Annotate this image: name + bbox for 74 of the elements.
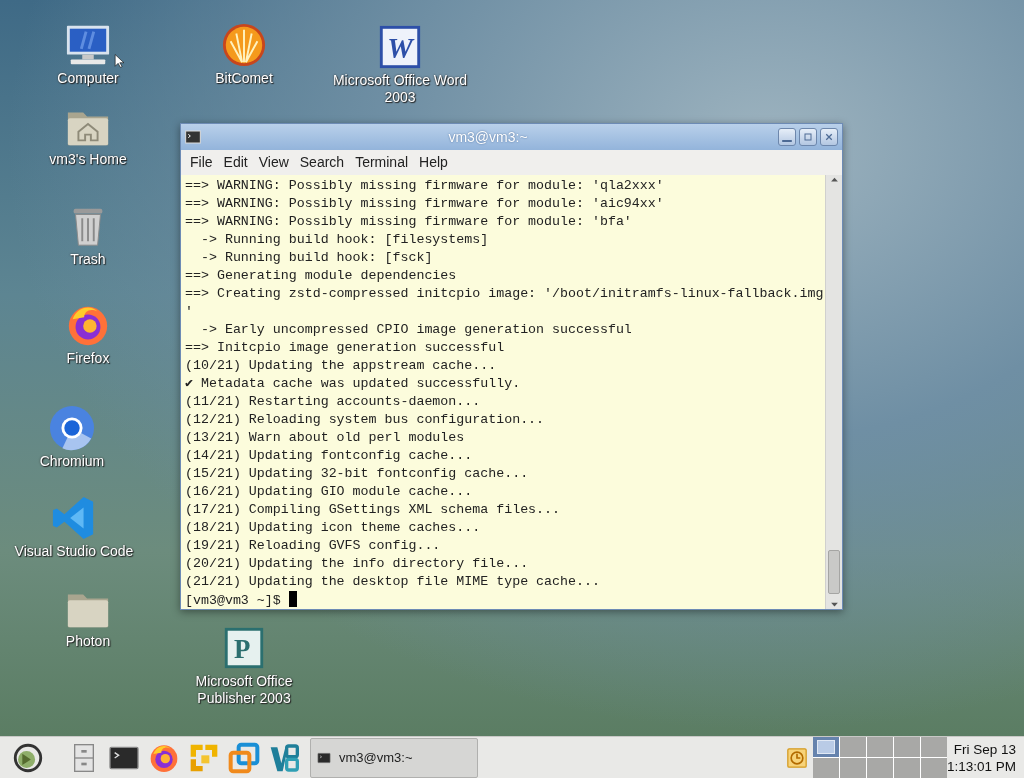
- text-cursor: [288, 591, 297, 607]
- menu-item[interactable]: Help: [414, 152, 454, 173]
- menu-item[interactable]: Edit: [218, 152, 254, 173]
- scroll-thumb[interactable]: [828, 550, 840, 594]
- terminal-icon: [185, 129, 201, 145]
- workspace-button[interactable]: [893, 758, 920, 778]
- close-icon: [823, 131, 835, 143]
- terminal-line: (21/21) Updating the desktop file MIME type cache...: [185, 573, 601, 591]
- menu-item[interactable]: Terminal: [350, 152, 415, 173]
- terminal-line: (14/21) Updating fontconfig cache...: [185, 447, 474, 465]
- terminal-line: (15/21) Updating 32-bit fontconfig cache...: [185, 465, 530, 483]
- terminal-line: -> Early uncompressed CPIO image generation successful: [199, 321, 633, 339]
- terminal-line: -> Running build hook: [filesystems]: [199, 231, 490, 249]
- workspace-button[interactable]: [866, 758, 893, 778]
- desktop-icon-label[interactable]: Chromium: [39, 453, 105, 470]
- terminal-line: (13/21) Warn about old perl modules: [185, 429, 466, 447]
- terminal-line: ==> WARNING: Possibly missing firmware for module: 'qla2xxx': [185, 177, 665, 195]
- taskbar-window-button[interactable]: vm3@vm3:~: [310, 737, 478, 778]
- workspace-button[interactable]: [839, 737, 866, 757]
- terminal-line: (20/21) Updating the info directory file...: [185, 555, 530, 573]
- desktop-icon-label[interactable]: Computer: [57, 70, 119, 87]
- terminal-icon: [317, 750, 331, 765]
- terminal-line: (11/21) Restarting accounts-daemon...: [185, 393, 482, 411]
- window-title: vm3@vm3:~: [447, 127, 529, 147]
- terminal-line: ✔ Metadata cache was updated successfully.: [185, 375, 522, 393]
- terminal-line: (19/21) Reloading GVFS config...: [185, 537, 442, 555]
- chromium-icon[interactable]: [49, 405, 95, 451]
- terminal-line: -> Running build hook: [fsck]: [199, 249, 434, 267]
- minimize-button[interactable]: [778, 128, 796, 146]
- terminal-line: (18/21) Updating icon theme caches...: [185, 519, 482, 537]
- maximize-icon: [802, 131, 814, 143]
- menu-item[interactable]: View: [253, 152, 295, 173]
- comet-icon[interactable]: [221, 22, 267, 68]
- desktop-icon-label[interactable]: BitComet: [215, 70, 273, 87]
- workspace-button[interactable]: [812, 737, 839, 757]
- desktop-icon-label[interactable]: Visual Studio Code: [14, 543, 134, 560]
- workspace-button[interactable]: [812, 758, 839, 778]
- clock-icon[interactable]: [786, 747, 807, 768]
- terminal-line: ': [185, 303, 194, 321]
- document-w-icon[interactable]: W: [377, 24, 423, 70]
- terminal-prompt: [vm3@vm3 ~]$: [185, 593, 281, 608]
- terminal-line: (12/21) Reloading system bus configuration...: [185, 411, 546, 429]
- clock-date: Fri Sep 13: [952, 740, 1016, 758]
- terminal-line: ==> Initcpio image generation successful: [185, 339, 506, 357]
- scroll-down-icon[interactable]: [829, 600, 839, 609]
- terminal-line: ==> Generating module dependencies: [185, 267, 458, 285]
- terminal-line: ==> Creating zstd-compressed initcpio image: '/boot/initramfs-linux-fallback.img: [185, 285, 825, 303]
- terminal-line: (10/21) Updating the appstream cache...: [185, 357, 498, 375]
- menu-item[interactable]: Search: [294, 152, 351, 173]
- scroll-up-icon[interactable]: [829, 175, 839, 184]
- minimize-icon: [782, 140, 792, 142]
- terminal-line: ==> WARNING: Possibly missing firmware for module: 'aic94xx': [185, 195, 665, 213]
- menu-item[interactable]: File: [185, 152, 219, 173]
- workspace-button[interactable]: [920, 737, 947, 757]
- workspace-button[interactable]: [920, 758, 947, 778]
- clock-time: 1:13:01 PM: [946, 757, 1016, 775]
- desktop-icon-label[interactable]: Trash: [70, 251, 106, 268]
- window-thumbnail: [816, 740, 835, 754]
- workspace-button[interactable]: [839, 758, 866, 778]
- desktop-icon-label[interactable]: Firefox: [66, 350, 110, 367]
- squares-icon: [268, 741, 300, 774]
- scrollbar[interactable]: [825, 175, 842, 609]
- terminal-line: (16/21) Updating GIO module cache...: [185, 483, 474, 501]
- terminal-line: (17/21) Compiling GSettings XML schema files...: [185, 501, 562, 519]
- desktop-icon-label[interactable]: vm3's Home: [49, 151, 127, 168]
- workspace-button[interactable]: [893, 737, 920, 757]
- squares-icon: [228, 741, 260, 774]
- desktop-icon-label[interactable]: Photon: [65, 633, 111, 650]
- workspace-button[interactable]: [866, 737, 893, 757]
- maximize-button[interactable]: [799, 128, 817, 146]
- desktop-icon-label[interactable]: Microsoft Office Word 2003: [325, 72, 475, 106]
- terminal-line: ==> WARNING: Possibly missing firmware for module: 'bfa': [185, 213, 633, 231]
- close-button[interactable]: [820, 128, 838, 146]
- desktop-icon-label[interactable]: Microsoft Office Publisher 2003: [169, 673, 319, 707]
